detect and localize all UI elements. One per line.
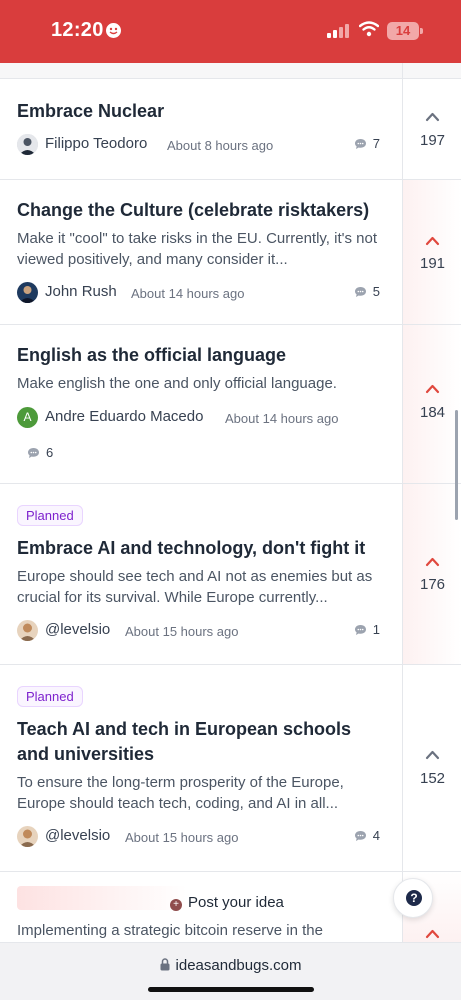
- status-badge: Planned: [17, 505, 83, 526]
- idea-card[interactable]: Planned Embrace AI and technology, don't…: [0, 484, 461, 665]
- idea-description: Make it "cool" to take risks in the EU. …: [17, 230, 378, 268]
- idea-title[interactable]: English as the official language: [17, 343, 392, 368]
- upvote-arrow-icon: [425, 112, 440, 122]
- post-time: About 15 hours ago: [125, 830, 239, 845]
- comment-bubble-icon: [354, 287, 366, 297]
- avatar[interactable]: [17, 620, 38, 641]
- comment-bubble-icon: [354, 625, 366, 635]
- previous-post-edge: [0, 63, 461, 79]
- idea-card[interactable]: Planned Teach AI and tech in European sc…: [0, 665, 461, 872]
- post-idea-bar: + Post your idea Implementing a strategic…: [0, 872, 461, 942]
- vote-count: 152: [419, 770, 446, 787]
- upvote-arrow-icon: [425, 236, 440, 246]
- comment-count[interactable]: 7: [354, 136, 380, 151]
- upvote-button[interactable]: 191: [402, 180, 461, 324]
- comment-bubble-icon: [354, 831, 366, 841]
- avatar[interactable]: [17, 826, 38, 847]
- post-time: About 15 hours ago: [125, 624, 239, 639]
- idea-meta: Filippo Teodoro About 8 hours ago 7: [17, 134, 392, 158]
- idea-title[interactable]: Embrace AI and technology, don't fight i…: [17, 536, 392, 561]
- post-time: About 8 hours ago: [167, 138, 274, 153]
- author-name[interactable]: @levelsio: [45, 827, 110, 844]
- upvote-button[interactable]: 176: [402, 484, 461, 664]
- wifi-icon: [359, 21, 379, 37]
- battery-icon: 14: [387, 22, 419, 40]
- idea-title[interactable]: Change the Culture (celebrate risktakers…: [17, 198, 392, 223]
- idea-meta: @levelsio About 15 hours ago 1: [17, 620, 392, 644]
- idea-meta: @levelsio About 15 hours ago 4: [17, 826, 392, 850]
- author-name[interactable]: Andre Eduardo Macedo: [45, 408, 203, 425]
- vote-count: 176: [419, 576, 446, 593]
- url-display[interactable]: ideasandbugs.com: [0, 957, 461, 974]
- status-bar: 12:20 14: [0, 0, 461, 63]
- focus-smile-icon: [106, 23, 121, 38]
- upvote-button[interactable]: 152: [402, 665, 461, 871]
- upvote-arrow-icon: [425, 384, 440, 394]
- post-time: About 14 hours ago: [225, 411, 339, 426]
- lock-icon: [160, 958, 170, 971]
- idea-meta: John Rush About 14 hours ago 5: [17, 282, 392, 306]
- idea-description: To ensure the long-term prosperity of th…: [17, 774, 344, 812]
- previous-vote-edge: [402, 63, 461, 79]
- post-idea-button[interactable]: + Post your idea: [170, 894, 284, 911]
- upvote-button[interactable]: 184: [402, 325, 461, 483]
- avatar[interactable]: [17, 134, 38, 155]
- idea-card[interactable]: Change the Culture (celebrate risktakers…: [0, 180, 461, 325]
- comment-count[interactable]: 5: [354, 284, 380, 299]
- upvote-arrow-icon: [425, 557, 440, 567]
- question-mark-icon: ?: [406, 890, 422, 906]
- next-idea-description: Implementing a strategic bitcoin reserve…: [17, 922, 323, 939]
- author-name[interactable]: @levelsio: [45, 621, 110, 638]
- plus-circle-icon: +: [170, 899, 182, 911]
- vote-count: 197: [419, 132, 446, 149]
- idea-card[interactable]: Embrace Nuclear Filippo Teodoro About 8 …: [0, 79, 461, 180]
- avatar[interactable]: A: [17, 407, 38, 428]
- idea-card[interactable]: English as the official language Make en…: [0, 325, 461, 484]
- next-post-title-fade: [17, 886, 187, 910]
- comment-bubble-icon: [28, 448, 39, 458]
- upvote-button[interactable]: 197: [402, 79, 461, 179]
- idea-title[interactable]: Embrace Nuclear: [17, 99, 392, 124]
- idea-title[interactable]: Teach AI and tech in European schools an…: [17, 717, 387, 767]
- scrollbar[interactable]: [455, 410, 458, 520]
- idea-description: Europe should see tech and AI not as ene…: [17, 568, 373, 606]
- status-time: 12:20: [51, 19, 104, 41]
- idea-meta-row2: 6: [17, 443, 392, 467]
- comment-count[interactable]: 6: [27, 445, 53, 460]
- author-name[interactable]: John Rush: [45, 283, 117, 300]
- status-badge: Planned: [17, 686, 83, 707]
- upvote-arrow-icon: [425, 750, 440, 760]
- author-name[interactable]: Filippo Teodoro: [45, 135, 147, 152]
- home-indicator[interactable]: [148, 987, 314, 992]
- post-time: About 14 hours ago: [131, 286, 245, 301]
- upvote-arrow-icon: [425, 929, 440, 939]
- ideas-feed: Embrace Nuclear Filippo Teodoro About 8 …: [0, 79, 461, 872]
- signal-icon: [327, 24, 349, 38]
- idea-description: Make english the one and only official l…: [17, 375, 337, 392]
- idea-meta: A Andre Eduardo Macedo About 14 hours ag…: [17, 407, 392, 431]
- vote-count: 184: [419, 404, 446, 421]
- comment-count[interactable]: 4: [354, 828, 380, 843]
- comment-count[interactable]: 1: [354, 622, 380, 637]
- comment-bubble-icon: [354, 139, 366, 149]
- help-button[interactable]: ?: [393, 878, 433, 918]
- avatar[interactable]: [17, 282, 38, 303]
- battery-tip: [420, 28, 423, 34]
- browser-address-bar[interactable]: ideasandbugs.com: [0, 942, 461, 1000]
- vote-count: 191: [419, 255, 446, 272]
